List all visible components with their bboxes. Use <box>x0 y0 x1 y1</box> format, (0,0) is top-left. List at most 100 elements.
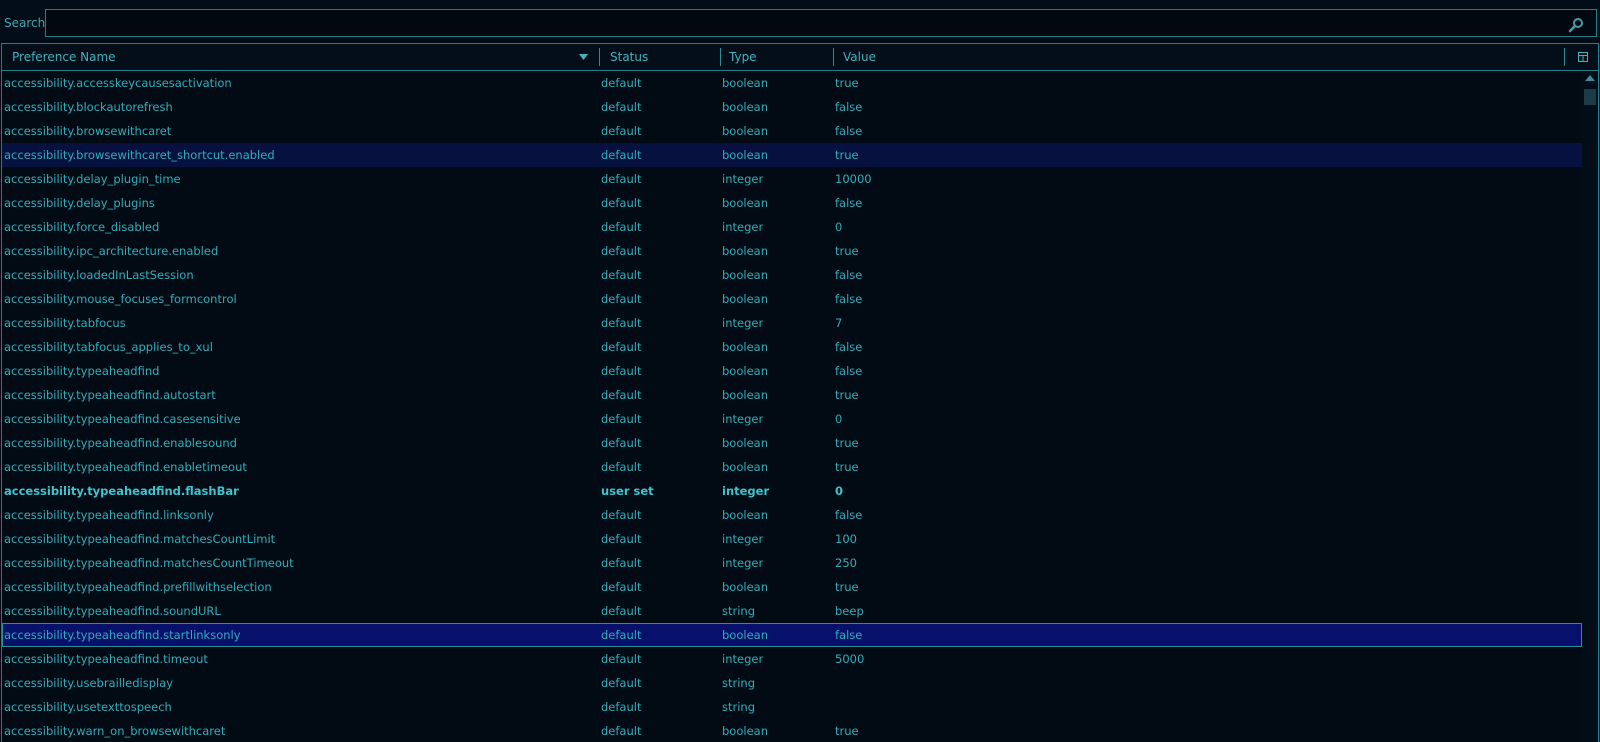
preference-rows: accessibility.accesskeycausesactivation d… <box>2 71 1582 742</box>
status-cell: default <box>601 724 642 738</box>
table-row[interactable]: accessibility.typeaheadfind.flashBar user… <box>2 479 1582 503</box>
status-cell: default <box>601 436 642 450</box>
column-header-preference-name[interactable]: Preference Name <box>12 44 116 70</box>
column-separator[interactable] <box>599 48 600 66</box>
value-cell: true <box>835 244 859 258</box>
type-cell: boolean <box>722 388 768 402</box>
preference-name-cell: accessibility.typeaheadfind.autostart <box>4 388 216 402</box>
value-cell: false <box>835 340 863 354</box>
preference-name-cell: accessibility.loadedInLastSession <box>4 268 194 282</box>
preference-name-cell: accessibility.typeaheadfind.matchesCount… <box>4 556 294 570</box>
preference-name-cell: accessibility.typeaheadfind.prefillwiths… <box>4 580 272 594</box>
preferences-tree[interactable]: Preference Name Status Type Value access… <box>1 43 1599 742</box>
column-picker-icon[interactable] <box>1578 52 1588 62</box>
column-header-status[interactable]: Status <box>610 44 648 70</box>
table-row[interactable]: accessibility.usetexttospeech default stri… <box>2 695 1582 719</box>
search-icon[interactable] <box>1568 17 1584 33</box>
vertical-scrollbar[interactable] <box>1582 71 1598 742</box>
column-header-value[interactable]: Value <box>843 44 876 70</box>
type-cell: string <box>722 700 756 714</box>
status-cell: default <box>601 556 642 570</box>
type-cell: boolean <box>722 364 768 378</box>
table-row[interactable]: accessibility.accesskeycausesactivation d… <box>2 71 1582 95</box>
table-row[interactable]: accessibility.browsewithcaret_shortcut.e… <box>2 143 1582 167</box>
preference-name-cell: accessibility.typeaheadfind.matchesCount… <box>4 532 276 546</box>
table-row[interactable]: accessibility.typeaheadfind.linksonly def… <box>2 503 1582 527</box>
preference-name-cell: accessibility.browsewithcaret <box>4 124 172 138</box>
status-cell: default <box>601 340 642 354</box>
table-row[interactable]: accessibility.force_disabled default integ… <box>2 215 1582 239</box>
table-row[interactable]: accessibility.tabfocus default integer 7 <box>2 311 1582 335</box>
preference-name-cell: accessibility.usetexttospeech <box>4 700 172 714</box>
status-cell: default <box>601 268 642 282</box>
column-separator[interactable] <box>720 48 721 66</box>
value-cell: false <box>835 508 863 522</box>
value-cell: true <box>835 460 859 474</box>
type-cell: boolean <box>722 148 768 162</box>
table-row[interactable]: accessibility.typeaheadfind.timeout defau… <box>2 647 1582 671</box>
status-cell: default <box>601 652 642 666</box>
table-row[interactable]: accessibility.typeaheadfind.prefillwiths… <box>2 575 1582 599</box>
table-row[interactable]: accessibility.typeaheadfind.matchesCount… <box>2 551 1582 575</box>
status-cell: user set <box>601 484 654 498</box>
table-row[interactable]: accessibility.usebrailledisplay default st… <box>2 671 1582 695</box>
status-cell: default <box>601 364 642 378</box>
column-header-type[interactable]: Type <box>729 44 757 70</box>
preference-name-cell: accessibility.browsewithcaret_shortcut.e… <box>4 148 275 162</box>
status-cell: default <box>601 700 642 714</box>
table-row[interactable]: accessibility.typeaheadfind.startlinkson… <box>2 623 1582 647</box>
preference-name-cell: accessibility.tabfocus <box>4 316 126 330</box>
status-cell: default <box>601 508 642 522</box>
type-cell: boolean <box>722 244 768 258</box>
preference-name-cell: accessibility.typeaheadfind.enablesound <box>4 436 237 450</box>
scroll-up-arrow-icon[interactable] <box>1585 75 1595 81</box>
column-separator[interactable] <box>1564 48 1565 66</box>
status-cell: default <box>601 124 642 138</box>
column-header: Preference Name Status Type Value <box>2 44 1598 71</box>
preference-name-cell: accessibility.usebrailledisplay <box>4 676 174 690</box>
type-cell: integer <box>722 532 764 546</box>
table-row[interactable]: accessibility.typeaheadfind.autostart def… <box>2 383 1582 407</box>
status-cell: default <box>601 100 642 114</box>
status-cell: default <box>601 460 642 474</box>
table-row[interactable]: accessibility.delay_plugin_time default in… <box>2 167 1582 191</box>
column-separator[interactable] <box>833 48 834 66</box>
type-cell: integer <box>722 556 764 570</box>
search-input[interactable] <box>45 9 1597 37</box>
table-row[interactable]: accessibility.warn_on_browsewithcaret def… <box>2 719 1582 742</box>
value-cell: 0 <box>835 412 843 426</box>
search-bar: Search: <box>0 6 1600 40</box>
table-row[interactable]: accessibility.browsewithcaret default bool… <box>2 119 1582 143</box>
preference-name-cell: accessibility.typeaheadfind <box>4 364 160 378</box>
value-cell: false <box>835 628 863 642</box>
table-row[interactable]: accessibility.tabfocus_applies_to_xul def… <box>2 335 1582 359</box>
table-row[interactable]: accessibility.typeaheadfind.enablesound d… <box>2 431 1582 455</box>
table-row[interactable]: accessibility.mouse_focuses_formcontrol d… <box>2 287 1582 311</box>
sort-descending-icon <box>579 54 588 60</box>
preference-name-cell: accessibility.tabfocus_applies_to_xul <box>4 340 213 354</box>
table-row[interactable]: accessibility.loadedInLastSession default… <box>2 263 1582 287</box>
value-cell: true <box>835 388 859 402</box>
table-row[interactable]: accessibility.typeaheadfind.matchesCount… <box>2 527 1582 551</box>
value-cell: false <box>835 364 863 378</box>
type-cell: boolean <box>722 268 768 282</box>
type-cell: boolean <box>722 508 768 522</box>
status-cell: default <box>601 604 642 618</box>
type-cell: boolean <box>722 340 768 354</box>
table-row[interactable]: accessibility.blockautorefresh default boo… <box>2 95 1582 119</box>
table-row[interactable]: accessibility.typeaheadfind.enabletimeou… <box>2 455 1582 479</box>
preference-name-cell: accessibility.warn_on_browsewithcaret <box>4 724 226 738</box>
table-row[interactable]: accessibility.ipc_architecture.enabled de… <box>2 239 1582 263</box>
preference-name-cell: accessibility.mouse_focuses_formcontrol <box>4 292 237 306</box>
table-row[interactable]: accessibility.typeaheadfind.soundURL defa… <box>2 599 1582 623</box>
preference-name-cell: accessibility.typeaheadfind.casesensitiv… <box>4 412 241 426</box>
table-row[interactable]: accessibility.typeaheadfind.casesensitiv… <box>2 407 1582 431</box>
preference-name-cell: accessibility.force_disabled <box>4 220 160 234</box>
preference-name-cell: accessibility.ipc_architecture.enabled <box>4 244 219 258</box>
status-cell: default <box>601 196 642 210</box>
table-row[interactable]: accessibility.delay_plugins default boolea… <box>2 191 1582 215</box>
table-row[interactable]: accessibility.typeaheadfind default boolea… <box>2 359 1582 383</box>
type-cell: integer <box>722 412 764 426</box>
scroll-thumb[interactable] <box>1584 89 1596 105</box>
status-cell: default <box>601 220 642 234</box>
